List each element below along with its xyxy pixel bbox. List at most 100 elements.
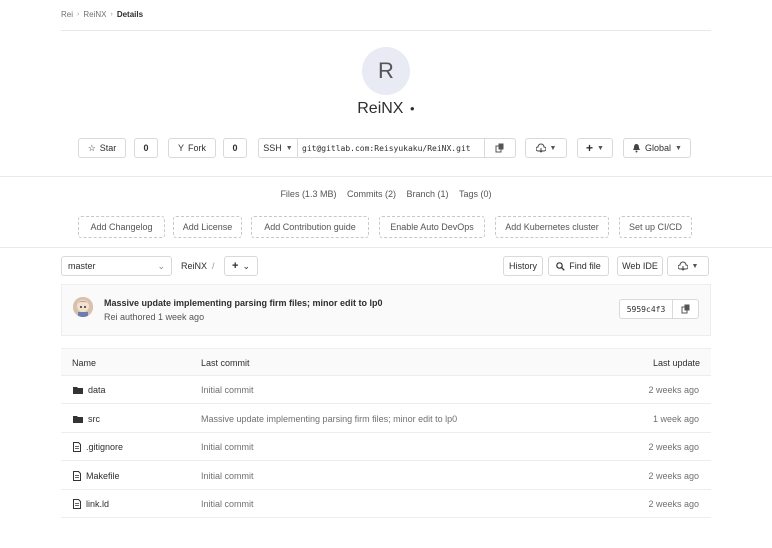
author-avatar[interactable] bbox=[73, 297, 93, 317]
breadcrumb-item-group[interactable]: Rei bbox=[61, 10, 73, 19]
search-icon bbox=[556, 261, 565, 271]
copy-icon bbox=[681, 304, 691, 314]
find-file-button[interactable]: Find file bbox=[548, 256, 609, 276]
star-label: Star bbox=[99, 143, 117, 153]
row-commit[interactable]: Initial commit bbox=[201, 499, 254, 509]
fork-icon: Y bbox=[177, 143, 184, 153]
last-commit-panel bbox=[61, 284, 711, 336]
file-name[interactable]: data bbox=[88, 385, 106, 395]
stat-tags[interactable]: Tags (0) bbox=[459, 189, 492, 199]
notification-dropdown[interactable]: Global ▼ bbox=[623, 138, 691, 158]
path-breadcrumb: ReiNX / bbox=[181, 261, 215, 271]
breadcrumb-item-project[interactable]: ReiNX bbox=[83, 10, 106, 19]
table-header: Name Last commit Last update bbox=[61, 348, 711, 376]
chevron-right-icon: › bbox=[110, 11, 113, 18]
path-separator: / bbox=[212, 261, 215, 271]
project-stats: Files (1.3 MB) Commits (2) Branch (1) Ta… bbox=[0, 189, 772, 199]
commit-sha[interactable]: 5959c4f3 bbox=[619, 299, 673, 319]
enable-auto-devops-button[interactable]: Enable Auto DevOps bbox=[379, 216, 485, 238]
commit-message[interactable]: Massive update implementing parsing firm… bbox=[104, 298, 383, 308]
row-commit[interactable]: Initial commit bbox=[201, 442, 254, 452]
stat-branch[interactable]: Branch (1) bbox=[406, 189, 448, 199]
new-item-dropdown[interactable]: + ▼ bbox=[577, 138, 613, 158]
add-license-button[interactable]: Add License bbox=[173, 216, 242, 238]
file-name-cell: .gitignore bbox=[73, 442, 123, 452]
web-ide-button[interactable]: Web IDE bbox=[617, 256, 663, 276]
project-avatar: R bbox=[362, 47, 410, 95]
notification-label: Global bbox=[645, 143, 672, 153]
file-name-cell: Makefile bbox=[73, 471, 120, 481]
row-date: 2 weeks ago bbox=[648, 471, 699, 481]
add-contribution-guide-button[interactable]: Add Contribution guide bbox=[251, 216, 369, 238]
file-name[interactable]: src bbox=[88, 414, 100, 424]
copy-url-button[interactable] bbox=[484, 138, 516, 158]
table-row[interactable]: link.ld Initial commit 2 weeks ago bbox=[61, 490, 711, 518]
chevron-down-icon: ⌄ bbox=[157, 260, 165, 271]
stat-commits[interactable]: Commits (2) bbox=[347, 189, 396, 199]
table-row[interactable]: Makefile Initial commit 2 weeks ago bbox=[61, 462, 711, 490]
row-date: 2 weeks ago bbox=[648, 499, 699, 509]
plus-icon: + bbox=[586, 141, 594, 155]
fork-label: Fork bbox=[188, 143, 206, 153]
row-date: 2 weeks ago bbox=[648, 442, 699, 452]
branch-name: master bbox=[68, 261, 96, 271]
repo-download-dropdown[interactable]: ▼ bbox=[667, 256, 709, 276]
chevron-right-icon: › bbox=[77, 11, 80, 18]
path-root[interactable]: ReiNX bbox=[181, 261, 207, 271]
commit-meta: Rei authored 1 week ago bbox=[104, 312, 205, 322]
file-name[interactable]: link.ld bbox=[86, 499, 109, 509]
row-commit[interactable]: Initial commit bbox=[201, 471, 254, 481]
add-changelog-button[interactable]: Add Changelog bbox=[78, 216, 165, 238]
caret-down-icon: ▼ bbox=[691, 262, 699, 270]
caret-down-icon: ▼ bbox=[675, 144, 682, 152]
caret-down-icon: ▼ bbox=[549, 144, 557, 152]
download-icon bbox=[677, 261, 688, 271]
breadcrumb-current[interactable]: Details bbox=[117, 10, 143, 19]
divider bbox=[0, 247, 772, 248]
clone-url-input[interactable]: git@gitlab.com:Reisyukaku/ReiNX.git bbox=[297, 138, 485, 158]
file-icon bbox=[73, 499, 81, 509]
row-date: 1 week ago bbox=[652, 414, 699, 424]
history-button[interactable]: History bbox=[503, 256, 543, 276]
plus-icon: + bbox=[232, 260, 239, 272]
folder-icon bbox=[73, 415, 83, 423]
stat-files[interactable]: Files (1.3 MB) bbox=[280, 189, 336, 199]
file-icon bbox=[73, 442, 81, 452]
table-row[interactable]: src Massive update implementing parsing … bbox=[61, 405, 711, 433]
header-last-commit: Last commit bbox=[201, 358, 250, 368]
star-button[interactable]: ☆ Star bbox=[78, 138, 126, 158]
clone-protocol-label: SSH bbox=[263, 143, 282, 153]
star-icon: ☆ bbox=[87, 142, 96, 153]
caret-down-icon: ▼ bbox=[285, 144, 293, 152]
breadcrumb: Rei › ReiNX › Details bbox=[61, 10, 143, 19]
fork-count[interactable]: 0 bbox=[223, 138, 247, 158]
star-count[interactable]: 0 bbox=[134, 138, 158, 158]
file-name[interactable]: .gitignore bbox=[86, 442, 123, 452]
table-row[interactable]: .gitignore Initial commit 2 weeks ago bbox=[61, 433, 711, 461]
branch-selector[interactable]: master ⌄ bbox=[61, 256, 172, 276]
divider bbox=[61, 30, 711, 31]
folder-icon bbox=[73, 386, 83, 394]
row-commit[interactable]: Initial commit bbox=[201, 385, 254, 395]
copy-icon bbox=[495, 143, 505, 153]
file-name-cell: data bbox=[73, 385, 106, 395]
chevron-down-icon: ⌄ bbox=[242, 260, 250, 271]
file-name[interactable]: Makefile bbox=[86, 471, 120, 481]
fork-button[interactable]: Y Fork bbox=[168, 138, 216, 158]
setup-ci-cd-button[interactable]: Set up CI/CD bbox=[619, 216, 692, 238]
row-date: 2 weeks ago bbox=[648, 385, 699, 395]
clone-protocol-dropdown[interactable]: SSH ▼ bbox=[258, 138, 298, 158]
download-dropdown[interactable]: ▼ bbox=[525, 138, 567, 158]
table-row[interactable]: data Initial commit 2 weeks ago bbox=[61, 376, 711, 404]
copy-sha-button[interactable] bbox=[673, 299, 699, 319]
caret-down-icon: ▼ bbox=[597, 144, 604, 152]
header-last-update: Last update bbox=[652, 358, 700, 368]
lock-icon: ● bbox=[409, 104, 415, 114]
find-file-label: Find file bbox=[569, 261, 601, 271]
row-commit[interactable]: Massive update implementing parsing firm… bbox=[201, 414, 457, 424]
add-to-tree-dropdown[interactable]: + ⌄ bbox=[224, 256, 258, 276]
file-icon bbox=[73, 471, 81, 481]
add-kubernetes-cluster-button[interactable]: Add Kubernetes cluster bbox=[495, 216, 609, 238]
divider bbox=[0, 176, 772, 177]
project-name: ReiNX bbox=[357, 100, 404, 117]
